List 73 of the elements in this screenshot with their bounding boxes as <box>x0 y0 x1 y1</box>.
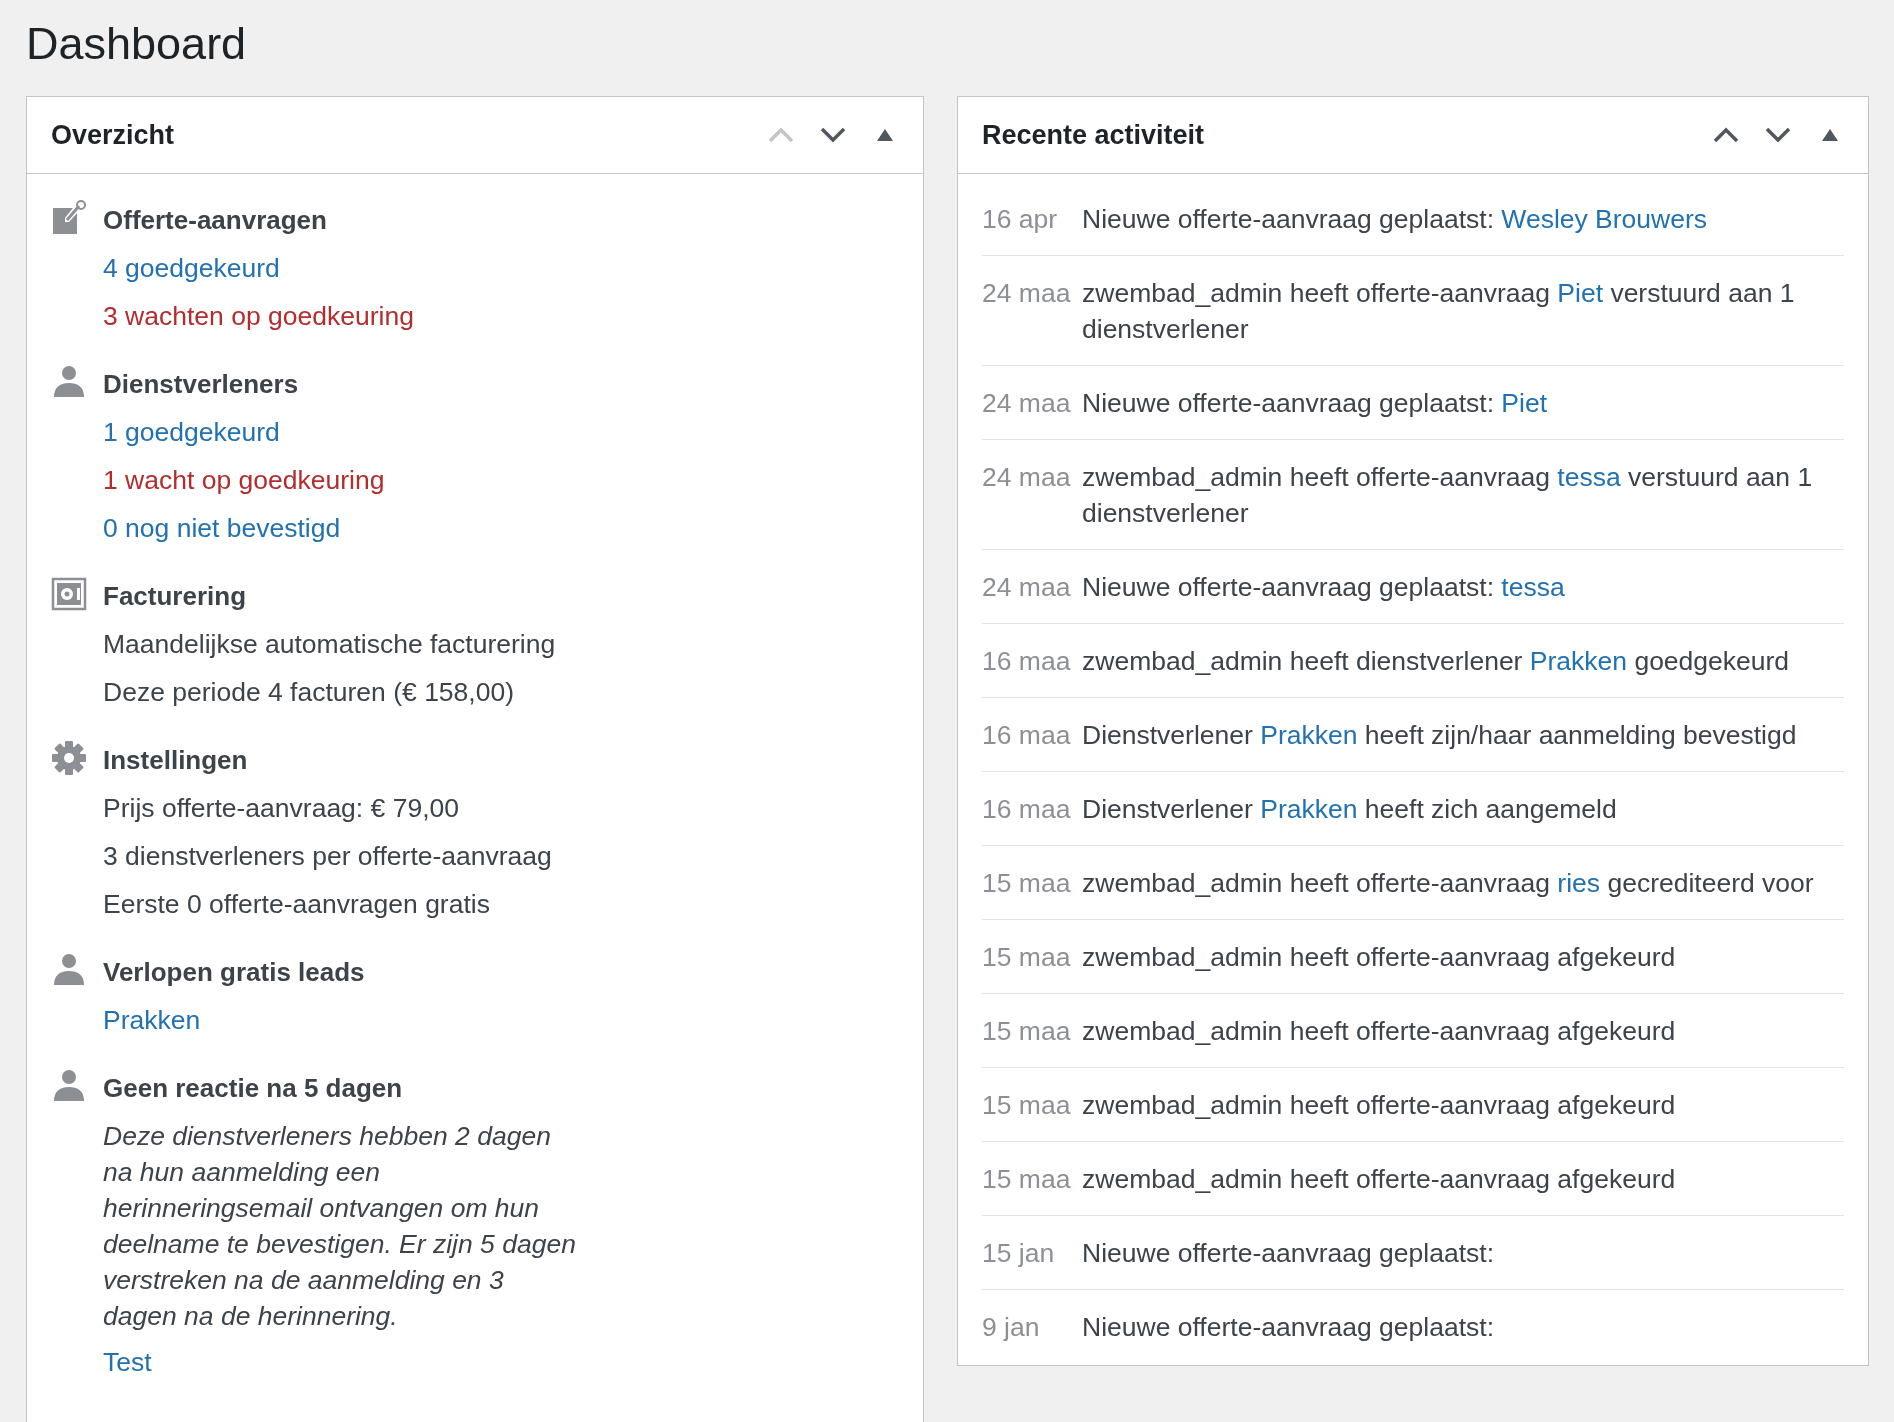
activity-date: 16 maa <box>982 719 1072 752</box>
activity-date: 16 maa <box>982 793 1072 826</box>
info-text: Deze periode 4 facturen (€ 158,00) <box>103 676 515 709</box>
activity-text: Nieuwe offerte-aanvraag geplaatst: <box>1082 1311 1495 1344</box>
info-text: Eerste 0 offerte-aanvragen gratis <box>103 888 491 921</box>
count-link[interactable]: 4 goedgekeurd <box>103 244 280 292</box>
chevron-up-icon <box>1713 127 1739 143</box>
activity-link[interactable]: tessa <box>1501 572 1565 602</box>
activity-text: zwembad_admin heeft offerte-aanvraag Piet verstuurd aan 1 dienstverlener <box>1082 277 1796 346</box>
count-link[interactable]: 0 nog niet bevestigd <box>103 504 341 552</box>
count-link[interactable]: Prakken <box>103 996 201 1044</box>
activity-date: 24 maa <box>982 387 1072 420</box>
activity-text: zwembad_admin heeft offerte-aanvraag afgekeurd <box>1082 1089 1677 1122</box>
person-icon <box>51 364 87 400</box>
section-title: Instellingen <box>103 744 249 777</box>
activity-link[interactable]: Wesley Brouwers <box>1501 204 1708 234</box>
section-title: Offerte-aanvragen <box>103 204 328 237</box>
page-title: Dashboard <box>26 17 248 71</box>
activity-date: 15 maa <box>982 1163 1072 1196</box>
activity-link[interactable]: Prakken <box>1260 794 1358 824</box>
panel-title: Recente activiteit <box>982 119 1206 151</box>
activity-text: zwembad_admin heeft offerte-aanvraag tessa verstuurd aan 1 dienstverlener <box>1082 461 1814 530</box>
activity-text: Nieuwe offerte-aanvraag geplaatst: <box>1082 1237 1495 1270</box>
activity-text: Nieuwe offerte-aanvraag geplaatst: tessa <box>1082 571 1566 604</box>
activity-text: Dienstverlener Prakken heeft zijn/haar aanmelding bevestigd <box>1082 719 1798 752</box>
activity-text: Dienstverlener Prakken heeft zich aangemeld <box>1082 793 1618 826</box>
activity-text: zwembad_admin heeft offerte-aanvraag afgekeurd <box>1082 1015 1677 1048</box>
activity-date: 16 apr <box>982 203 1059 236</box>
pending-link[interactable]: 3 wachten op goedkeuring <box>103 292 414 340</box>
section-title: Facturering <box>103 580 248 613</box>
chevron-down-icon <box>1765 127 1791 143</box>
settings-icon <box>51 740 87 776</box>
pending-link[interactable]: 1 wacht op goedkeuring <box>103 456 385 504</box>
info-text: Prijs offerte-aanvraag: € 79,00 <box>103 792 460 825</box>
panel-title: Overzicht <box>51 119 176 151</box>
triangle-up-icon <box>877 129 893 141</box>
activity-date: 16 maa <box>982 645 1072 678</box>
count-link[interactable]: Test <box>103 1338 152 1386</box>
activity-date: 24 maa <box>982 461 1072 494</box>
activity-text: zwembad_admin heeft dienstverlener Prakken goedgekeurd <box>1082 645 1791 678</box>
person-icon <box>51 952 87 988</box>
person-icon <box>51 1068 87 1104</box>
activity-link[interactable]: Piet <box>1501 388 1548 418</box>
activity-date: 15 jan <box>982 1237 1056 1270</box>
activity-text: zwembad_admin heeft offerte-aanvraag ries gecrediteerd voor <box>1082 867 1815 900</box>
activity-text: Nieuwe offerte-aanvraag geplaatst: Wesley Brouwers <box>1082 203 1709 236</box>
activity-date: 15 maa <box>982 867 1072 900</box>
activity-date: 24 maa <box>982 571 1072 604</box>
activity-date: 15 maa <box>982 1089 1072 1122</box>
activity-date: 15 maa <box>982 1015 1072 1048</box>
activity-text: Nieuwe offerte-aanvraag geplaatst: Piet <box>1082 387 1549 420</box>
count-link[interactable]: 1 goedgekeurd <box>103 408 280 456</box>
chevron-down-icon <box>820 127 846 143</box>
activity-link[interactable]: ries <box>1557 868 1601 898</box>
section-title: Dienstverleners <box>103 368 300 401</box>
activity-link[interactable]: Piet <box>1557 278 1603 308</box>
note-pencil-icon <box>51 200 87 236</box>
activity-text: zwembad_admin heeft offerte-aanvraag afgekeurd <box>1082 1163 1677 1196</box>
chevron-up-icon <box>768 127 794 143</box>
activity-link[interactable]: tessa <box>1557 462 1621 492</box>
triangle-up-icon <box>1822 129 1838 141</box>
safe-icon <box>51 576 87 612</box>
activity-text: zwembad_admin heeft offerte-aanvraag afgekeurd <box>1082 941 1677 974</box>
activity-date: 15 maa <box>982 941 1072 974</box>
info-text: 3 dienstverleners per offerte-aanvraag <box>103 840 553 873</box>
activity-link[interactable]: Prakken <box>1260 720 1358 750</box>
activity-date: 9 jan <box>982 1311 1041 1344</box>
section-title: Geen reactie na 5 dagen <box>103 1072 404 1105</box>
note-text: Deze dienstverleners hebben 2 dagen na hun aanmelding een herinneringsemail ontvangen om hun deelname te bevestigen. Er zijn 5 dagen verstreken na de aanmelding en 3 dagen na de herinnering. <box>103 1120 577 1333</box>
info-text: Maandelijkse automatische facturering <box>103 628 557 661</box>
activity-date: 24 maa <box>982 277 1072 310</box>
activity-link[interactable]: Prakken <box>1529 646 1628 676</box>
section-title: Verlopen gratis leads <box>103 956 366 989</box>
